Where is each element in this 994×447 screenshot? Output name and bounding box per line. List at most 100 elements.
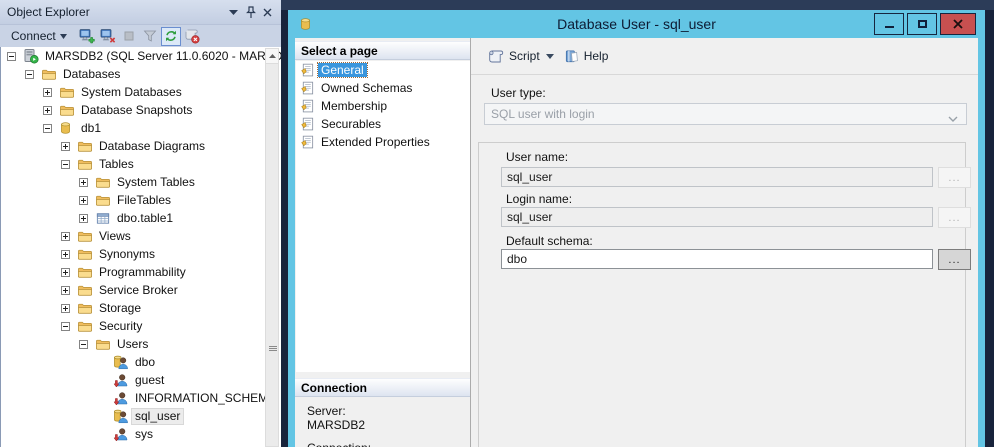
connect-button[interactable]: Connect [7, 27, 71, 45]
tree-item-label: Security [95, 318, 146, 335]
user-name-value: sql_user [507, 170, 552, 184]
dialog-titlebar: Database User - sql_user [288, 10, 985, 38]
script-dropdown-icon[interactable] [544, 51, 560, 61]
tree-item-programmability[interactable]: Programmability [1, 263, 281, 281]
tree-item-label: Databases [59, 66, 124, 83]
page-item-label: Owned Schemas [318, 81, 415, 95]
expander-minus-icon[interactable] [79, 340, 95, 349]
chevron-down-icon [60, 34, 67, 39]
page-item-owned-schemas[interactable]: Owned Schemas [296, 79, 470, 97]
tree-item-marsdb2-sql-server-11-0-6020-marsd[interactable]: MARSDB2 (SQL Server 11.0.6020 - MARSD [1, 47, 281, 65]
tree-item-tables[interactable]: Tables [1, 155, 281, 173]
filter-icon[interactable] [140, 27, 160, 46]
expander-plus-icon[interactable] [61, 286, 77, 295]
page-icon [300, 62, 318, 78]
tree-item-databases[interactable]: Databases [1, 65, 281, 83]
expander-plus-icon[interactable] [79, 196, 95, 205]
folder-icon [77, 300, 95, 316]
block-script-icon[interactable] [182, 27, 202, 46]
folder-icon [77, 282, 95, 298]
expander-plus-icon[interactable] [43, 106, 59, 115]
page-item-general[interactable]: General [296, 61, 470, 79]
page-item-label: Extended Properties [318, 135, 433, 149]
tree-item-dbo-table1[interactable]: dbo.table1 [1, 209, 281, 227]
tree-item-system-databases[interactable]: System Databases [1, 83, 281, 101]
tree-item-guest[interactable]: guest [1, 371, 281, 389]
tree-item-sys[interactable]: sys [1, 425, 281, 443]
connect-button-label: Connect [11, 29, 56, 43]
expander-minus-icon[interactable] [43, 124, 59, 133]
page-icon [300, 134, 318, 150]
db-user-icon [113, 354, 131, 370]
disconnect-server-icon[interactable] [98, 27, 118, 46]
expander-minus-icon[interactable] [25, 70, 41, 79]
page-item-securables[interactable]: Securables [296, 115, 470, 133]
tree-item-storage[interactable]: Storage [1, 299, 281, 317]
server-icon [23, 48, 41, 64]
page-item-membership[interactable]: Membership [296, 97, 470, 115]
tree-item-synonyms[interactable]: Synonyms [1, 245, 281, 263]
expander-plus-icon[interactable] [61, 268, 77, 277]
expander-plus-icon[interactable] [61, 232, 77, 241]
maximize-button[interactable] [907, 13, 937, 35]
connect-server-icon[interactable] [77, 27, 97, 46]
page-item-extended-properties[interactable]: Extended Properties [296, 133, 470, 151]
expander-plus-icon[interactable] [61, 304, 77, 313]
pin-icon[interactable] [242, 4, 259, 21]
login-name-label: Login name: [506, 192, 572, 206]
user-type-value: SQL user with login [491, 107, 595, 121]
expander-minus-icon[interactable] [7, 52, 23, 61]
tree-item-filetables[interactable]: FileTables [1, 191, 281, 209]
tree-item-sql-user[interactable]: sql_user [1, 407, 281, 425]
expander-plus-icon[interactable] [61, 250, 77, 259]
login-name-field: sql_user [501, 207, 933, 227]
refresh-icon[interactable] [161, 27, 181, 46]
tree-item-service-broker[interactable]: Service Broker [1, 281, 281, 299]
tree-item-information-schema[interactable]: INFORMATION_SCHEMA [1, 389, 281, 407]
page-item-label: Securables [318, 117, 384, 131]
stop-icon[interactable] [119, 27, 139, 46]
tree-item-users[interactable]: Users [1, 335, 281, 353]
window-menu-icon[interactable] [225, 4, 242, 21]
expander-plus-icon[interactable] [43, 88, 59, 97]
default-schema-browse-button[interactable]: ... [938, 249, 971, 270]
login-name-browse-button: ... [938, 207, 971, 228]
minimize-button[interactable] [874, 13, 904, 35]
expander-plus-icon[interactable] [79, 214, 95, 223]
tree-item-system-tables[interactable]: System Tables [1, 173, 281, 191]
script-button[interactable]: Script [483, 46, 544, 67]
folder-icon [77, 246, 95, 262]
scrollbar-thumb-grip[interactable] [269, 345, 277, 352]
user-name-field: sql_user [501, 167, 933, 187]
tree-item-label: sql_user [131, 408, 184, 425]
default-schema-field[interactable]: dbo [501, 249, 933, 269]
window-background-band [281, 0, 994, 10]
page-item-label: General [318, 63, 367, 77]
close-button[interactable] [940, 13, 976, 35]
select-a-page-header: Select a page [295, 41, 470, 60]
tree-item-dbo[interactable]: dbo [1, 353, 281, 371]
close-icon[interactable] [259, 4, 276, 21]
tree-item-label: Database Snapshots [77, 102, 196, 119]
object-explorer-panel: Object Explorer Connect MARSDB2 (SQL Ser… [0, 0, 281, 447]
expander-minus-icon[interactable] [61, 322, 77, 331]
folder-icon [59, 102, 77, 118]
db-user-disabled-icon [113, 372, 131, 388]
scrollbar-up-icon[interactable] [266, 49, 278, 64]
tree-item-database-snapshots[interactable]: Database Snapshots [1, 101, 281, 119]
tree-item-label: dbo.table1 [113, 210, 177, 227]
tree-item-security[interactable]: Security [1, 317, 281, 335]
tree-item-views[interactable]: Views [1, 227, 281, 245]
page-item-label: Membership [318, 99, 390, 113]
expander-plus-icon[interactable] [79, 178, 95, 187]
user-type-combobox[interactable]: SQL user with login [484, 103, 967, 125]
expander-plus-icon[interactable] [61, 142, 77, 151]
expander-minus-icon[interactable] [61, 160, 77, 169]
page-icon [300, 80, 318, 96]
tree-item-label: Views [95, 228, 135, 245]
object-explorer-tree: MARSDB2 (SQL Server 11.0.6020 - MARSDDat… [0, 47, 281, 447]
help-button[interactable]: Help [560, 46, 613, 67]
tree-scrollbar[interactable] [265, 48, 279, 447]
tree-item-database-diagrams[interactable]: Database Diagrams [1, 137, 281, 155]
tree-item-db1[interactable]: db1 [1, 119, 281, 137]
